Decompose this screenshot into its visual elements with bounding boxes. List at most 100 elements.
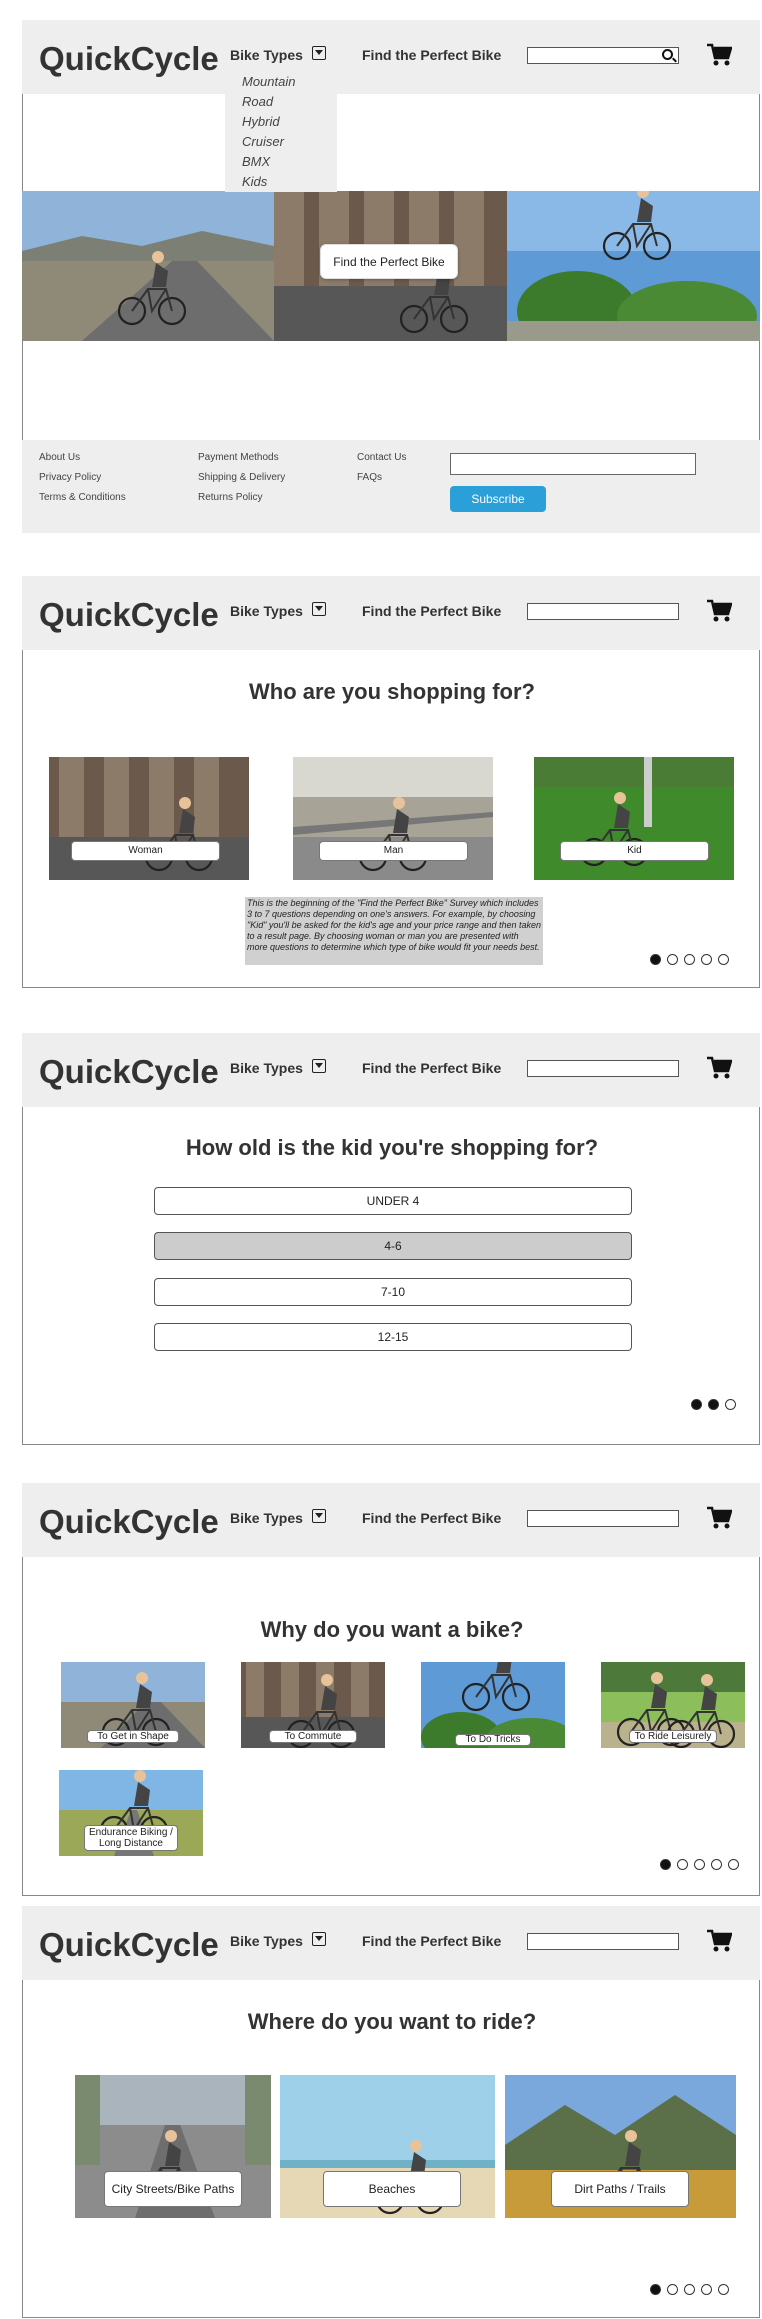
- nav-find-perfect-bike[interactable]: Find the Perfect Bike: [362, 1510, 501, 1526]
- option-label-line: Endurance Biking /: [89, 1827, 173, 1838]
- dropdown-item-road[interactable]: Road: [225, 92, 337, 112]
- search-input[interactable]: [527, 603, 679, 620]
- dropdown-item-cruiser[interactable]: Cruiser: [225, 132, 337, 152]
- dropdown-item-mountain[interactable]: Mountain: [225, 72, 337, 92]
- woman-image: [49, 757, 249, 880]
- search-input[interactable]: [527, 1510, 679, 1527]
- chevron-down-icon[interactable]: [312, 1059, 326, 1073]
- nav-bike-types[interactable]: Bike Types: [230, 1060, 303, 1076]
- footer: About Us Privacy Policy Terms & Conditio…: [22, 440, 760, 533]
- footer-link-faqs[interactable]: FAQs: [357, 472, 382, 483]
- option-man[interactable]: Man: [293, 757, 493, 880]
- logo[interactable]: QuickCycle: [39, 1053, 219, 1091]
- footer-link-privacy[interactable]: Privacy Policy: [39, 472, 101, 483]
- logo[interactable]: QuickCycle: [39, 1503, 219, 1541]
- search-input[interactable]: [527, 1933, 679, 1950]
- bike-types-dropdown: Mountain Road Hybrid Cruiser BMX Kids: [225, 70, 337, 192]
- progress-dots: [691, 1399, 736, 1410]
- chevron-down-icon[interactable]: [312, 602, 326, 616]
- progress-dot: [708, 1399, 719, 1410]
- age-option-under-4[interactable]: UNDER 4: [154, 1187, 632, 1215]
- footer-link-payment[interactable]: Payment Methods: [198, 452, 279, 463]
- age-option-4-6[interactable]: 4-6: [154, 1232, 632, 1260]
- option-label: Endurance Biking / Long Distance: [84, 1825, 178, 1851]
- option-beaches[interactable]: Beaches: [280, 2075, 495, 2218]
- nav-find-perfect-bike[interactable]: Find the Perfect Bike: [362, 1933, 501, 1949]
- chevron-down-icon[interactable]: [312, 1932, 326, 1946]
- nav-find-perfect-bike[interactable]: Find the Perfect Bike: [362, 603, 501, 619]
- nav-bike-types[interactable]: Bike Types: [230, 47, 303, 63]
- progress-dots: [650, 954, 729, 965]
- nav-bike-types[interactable]: Bike Types: [230, 1933, 303, 1949]
- age-option-12-15[interactable]: 12-15: [154, 1323, 632, 1351]
- question-title: How old is the kid you're shopping for?: [185, 1135, 599, 1160]
- nav-find-perfect-bike[interactable]: Find the Perfect Bike: [362, 47, 501, 63]
- hero-image-road-cyclist: [22, 191, 274, 341]
- option-city-streets[interactable]: City Streets/Bike Paths: [75, 2075, 271, 2218]
- nav-find-perfect-bike[interactable]: Find the Perfect Bike: [362, 1060, 501, 1076]
- progress-dot: [677, 1859, 688, 1870]
- progress-dot: [660, 1859, 671, 1870]
- option-label: Beaches: [323, 2171, 461, 2207]
- footer-link-contact[interactable]: Contact Us: [357, 452, 406, 463]
- option-dirt-paths[interactable]: Dirt Paths / Trails: [505, 2075, 736, 2218]
- dropdown-item-kids[interactable]: Kids: [225, 172, 337, 192]
- search-input[interactable]: [527, 47, 679, 64]
- dropdown-item-hybrid[interactable]: Hybrid: [225, 112, 337, 132]
- progress-dot: [701, 954, 712, 965]
- subscribe-button[interactable]: Subscribe: [450, 486, 546, 512]
- option-do-tricks[interactable]: To Do Tricks: [421, 1662, 565, 1748]
- survey-q1-panel: Who are you shopping for? Woman Man Kid: [22, 648, 760, 988]
- option-label: Dirt Paths / Trails: [551, 2171, 689, 2207]
- header: QuickCycle Bike Types Find the Perfect B…: [22, 1483, 760, 1557]
- logo[interactable]: QuickCycle: [39, 1926, 219, 1964]
- chevron-down-icon[interactable]: [312, 1509, 326, 1523]
- progress-dots: [660, 1859, 739, 1870]
- option-label: To Do Tricks: [455, 1734, 531, 1746]
- progress-dot: [701, 2284, 712, 2295]
- option-label: City Streets/Bike Paths: [104, 2171, 242, 2207]
- progress-dot: [650, 954, 661, 965]
- option-label: To Ride Leisurely: [629, 1730, 717, 1743]
- subscribe-email-input[interactable]: [450, 453, 696, 475]
- cart-icon[interactable]: [706, 42, 732, 68]
- cart-icon[interactable]: [706, 1055, 732, 1081]
- search-icon[interactable]: [662, 49, 673, 60]
- chevron-down-icon[interactable]: [312, 46, 326, 60]
- option-commute[interactable]: To Commute: [241, 1662, 385, 1748]
- option-ride-leisurely[interactable]: To Ride Leisurely: [601, 1662, 745, 1748]
- footer-link-returns[interactable]: Returns Policy: [198, 492, 262, 503]
- progress-dot: [667, 2284, 678, 2295]
- option-endurance[interactable]: Endurance Biking / Long Distance: [59, 1770, 203, 1856]
- header: QuickCycle Bike Types Find the Perfect B…: [22, 20, 760, 94]
- survey-q4-panel: Where do you want to ride? City Streets/…: [22, 1978, 760, 2318]
- option-label: Kid: [560, 841, 709, 861]
- nav-bike-types[interactable]: Bike Types: [230, 603, 303, 619]
- option-label-line: Long Distance: [99, 1838, 163, 1849]
- progress-dots: [650, 2284, 729, 2295]
- logo[interactable]: QuickCycle: [39, 596, 219, 634]
- option-label: Woman: [71, 841, 220, 861]
- dropdown-item-bmx[interactable]: BMX: [225, 152, 337, 172]
- nav-bike-types[interactable]: Bike Types: [230, 1510, 303, 1526]
- option-get-in-shape[interactable]: To Get in Shape: [61, 1662, 205, 1748]
- option-kid[interactable]: Kid: [534, 757, 734, 880]
- survey-q2-panel: How old is the kid you're shopping for? …: [22, 1106, 760, 1445]
- footer-link-terms[interactable]: Terms & Conditions: [39, 492, 126, 503]
- question-title: Who are you shopping for?: [249, 679, 535, 704]
- option-woman[interactable]: Woman: [49, 757, 249, 880]
- progress-dot: [725, 1399, 736, 1410]
- cart-icon[interactable]: [706, 1928, 732, 1954]
- progress-dot: [711, 1859, 722, 1870]
- cart-icon[interactable]: [706, 598, 732, 624]
- footer-link-shipping[interactable]: Shipping & Delivery: [198, 472, 285, 483]
- man-image: [293, 757, 493, 880]
- logo[interactable]: QuickCycle: [39, 40, 219, 78]
- hero-image-bmx: [507, 191, 760, 341]
- cart-icon[interactable]: [706, 1505, 732, 1531]
- footer-link-about[interactable]: About Us: [39, 452, 80, 463]
- find-perfect-bike-button[interactable]: Find the Perfect Bike: [320, 244, 458, 279]
- age-option-7-10[interactable]: 7-10: [154, 1278, 632, 1306]
- search-input[interactable]: [527, 1060, 679, 1077]
- progress-dot: [718, 954, 729, 965]
